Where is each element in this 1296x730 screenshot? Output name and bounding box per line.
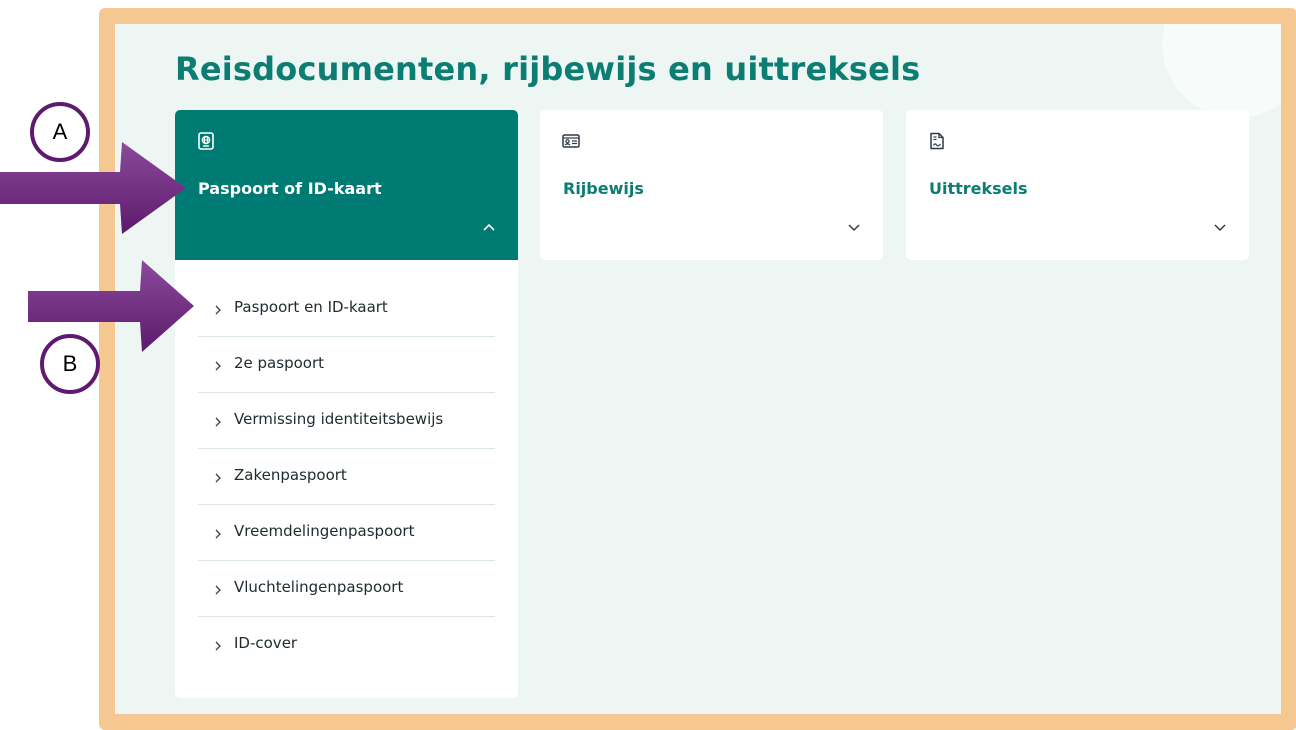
submenu-item[interactable]: Zakenpaspoort [198,449,495,505]
annotation-marker-label: A [52,119,68,144]
annotation-marker-label: B [62,351,78,376]
annotation-marker-b: B [40,334,100,394]
card-paspoort-id-kaart[interactable]: Paspoort of ID-kaart [175,110,518,260]
passport-icon [198,132,214,150]
submenu-item[interactable]: Paspoort en ID-kaart [198,281,495,337]
chevron-right-icon [215,417,221,427]
chevron-right-icon [215,305,221,315]
card-label: Rijbewijs [563,179,644,198]
submenu-item[interactable]: 2e paspoort [198,337,495,393]
chevron-right-icon [215,641,221,651]
chevron-right-icon [215,473,221,483]
id-card-icon [562,134,580,148]
submenu-item-label: Vermissing identiteitsbewijs [234,410,444,428]
submenu-item-label: Vluchtelingenpaspoort [234,578,404,596]
submenu-item[interactable]: Vluchtelingenpaspoort [198,561,495,617]
chevron-right-icon [215,585,221,595]
chevron-down-icon[interactable] [1213,222,1227,232]
card-label: Paspoort of ID-kaart [198,179,382,198]
submenu-item[interactable]: ID-cover [198,617,495,673]
content-panel: Reisdocumenten, rijbewijs en uittreksels… [115,24,1281,714]
card-rijbewijs[interactable]: Rijbewijs [540,110,883,260]
submenu-item-label: Vreemdelingenpaspoort [234,522,415,540]
submenu-item-label: ID-cover [234,634,298,652]
submenu-item[interactable]: Vermissing identiteitsbewijs [198,393,495,449]
chevron-right-icon [215,361,221,371]
page-title: Reisdocumenten, rijbewijs en uittreksels [175,50,921,88]
chevron-down-icon[interactable] [847,222,861,232]
card-label: Uittreksels [929,179,1028,198]
submenu-item[interactable]: Vreemdelingenpaspoort [198,505,495,561]
card-uittreksels[interactable]: Uittreksels [906,110,1249,260]
annotation-arrow-a [0,142,186,234]
submenu-item-label: 2e paspoort [234,354,324,372]
annotation-marker-a: A [30,102,90,162]
chevron-up-icon[interactable] [482,222,496,232]
submenu-paspoort-id-kaart: Paspoort en ID-kaart 2e paspoort Vermiss… [175,260,518,698]
submenu-item-label: Zakenpaspoort [234,466,347,484]
chevron-right-icon [215,529,221,539]
submenu-item-label: Paspoort en ID-kaart [234,298,388,316]
decorative-circle [1162,24,1281,118]
document-icon [930,132,944,150]
